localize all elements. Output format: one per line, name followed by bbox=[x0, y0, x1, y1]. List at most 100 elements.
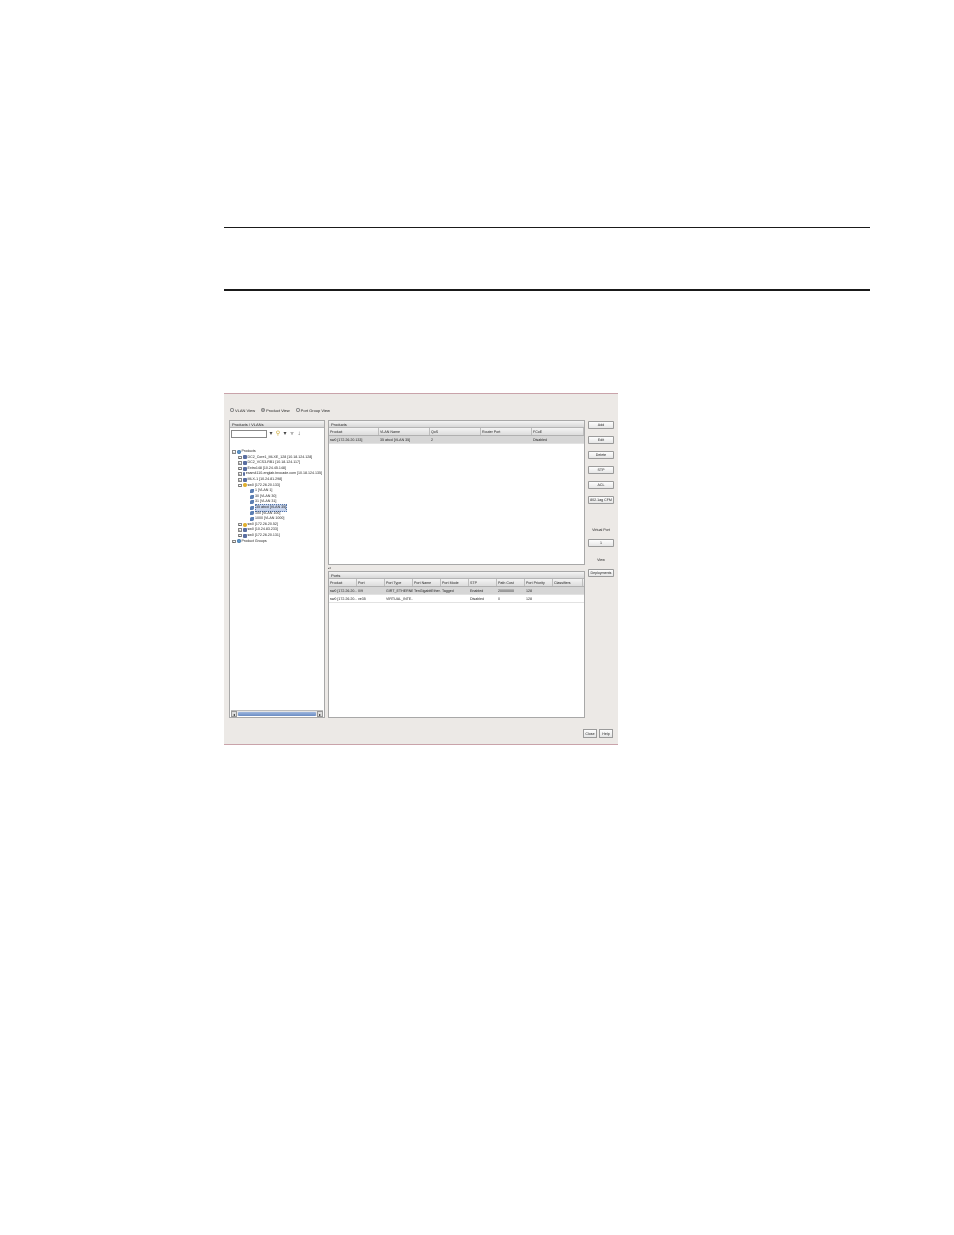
column-header[interactable]: Port Mode bbox=[441, 579, 469, 586]
stp-button[interactable]: STP bbox=[588, 466, 614, 474]
table-cell bbox=[481, 436, 532, 443]
expand-icon[interactable]: + bbox=[238, 461, 242, 465]
port-group-view-option[interactable]: Port Group View bbox=[295, 408, 330, 413]
column-header[interactable]: VLAN Name bbox=[379, 428, 430, 435]
table-cell: sw0 [172.26.20... bbox=[330, 589, 357, 593]
horizontal-scrollbar[interactable]: ◂ ▸ bbox=[231, 710, 323, 717]
switch-icon bbox=[242, 528, 247, 533]
switch-icon bbox=[242, 483, 247, 488]
table-cell bbox=[553, 595, 583, 602]
switch-icon bbox=[242, 477, 247, 482]
table-cell: 128 bbox=[526, 589, 532, 593]
product-view-option[interactable]: Product View bbox=[261, 408, 290, 413]
expand-icon[interactable]: + bbox=[232, 539, 236, 544]
view-label: View bbox=[597, 558, 605, 562]
vlan-view-option[interactable]: VLAN View bbox=[230, 408, 255, 413]
edit-button[interactable]: Edit bbox=[588, 436, 614, 444]
table-cell bbox=[441, 595, 469, 602]
switch-icon bbox=[242, 472, 245, 477]
radio-selected-icon bbox=[261, 408, 266, 413]
table-cell bbox=[413, 595, 441, 602]
table-cell: sw0 [172.26.20... bbox=[330, 597, 357, 601]
column-header[interactable]: STP bbox=[469, 579, 497, 586]
column-header[interactable]: Product bbox=[329, 579, 357, 586]
table-cell: sw0 [172.26.20.133] bbox=[330, 438, 363, 442]
vlan-icon bbox=[250, 505, 254, 510]
table-cell: Tagged bbox=[442, 589, 454, 593]
panel-title: Products bbox=[329, 421, 584, 428]
column-header[interactable]: Port Priority bbox=[525, 579, 553, 586]
scroll-right-icon[interactable]: ▸ bbox=[317, 710, 323, 717]
table-cell: Disabled bbox=[533, 438, 547, 442]
switch-icon bbox=[242, 455, 247, 460]
vlan-management-dialog: VLAN View Product View Port Group View P… bbox=[224, 393, 618, 745]
table-cell: 35 abcd [VLAN 35] bbox=[380, 438, 411, 442]
expand-icon[interactable]: + bbox=[238, 455, 242, 460]
bottom-rule bbox=[224, 289, 870, 291]
help-button[interactable]: Help bbox=[599, 729, 613, 738]
column-header[interactable]: Classifiers bbox=[553, 579, 583, 586]
tree-node-product-groups[interactable]: + Product Groups bbox=[232, 539, 322, 545]
switch-icon bbox=[242, 466, 247, 471]
column-header[interactable]: Router Port bbox=[481, 428, 532, 435]
table-header: Product VLAN Name QoS Router Port FCoE bbox=[329, 428, 584, 436]
expand-icon[interactable]: + bbox=[238, 522, 242, 527]
expand-icon[interactable]: + bbox=[238, 528, 242, 532]
column-header[interactable]: QoS bbox=[430, 428, 481, 435]
virtual-port-field[interactable]: 1 bbox=[588, 539, 614, 547]
dropdown-arrow-icon[interactable]: ▾ bbox=[268, 430, 274, 438]
expand-icon[interactable]: + bbox=[238, 466, 242, 471]
column-header[interactable]: Product bbox=[329, 428, 379, 435]
globe-icon bbox=[236, 539, 241, 544]
collapse-icon[interactable]: − bbox=[238, 483, 242, 488]
radio-icon bbox=[295, 408, 300, 413]
expand-icon[interactable]: + bbox=[238, 472, 242, 476]
vlan-icon bbox=[250, 500, 254, 505]
delete-button[interactable]: Delete bbox=[588, 451, 614, 459]
scroll-thumb[interactable] bbox=[238, 711, 316, 716]
table-cell: VIRTUAL_INTE... bbox=[386, 597, 413, 601]
table-row[interactable]: sw0 [172.26.20.133] 35 abcd [VLAN 35] 2 … bbox=[329, 436, 584, 444]
scroll-left-icon[interactable]: ◂ bbox=[231, 710, 237, 717]
table-cell: 20000000 bbox=[498, 589, 514, 593]
products-vlans-panel: Products / VLANs ▾ ⚲ ▾ ▿ ↓ − Products + DC… bbox=[229, 420, 325, 718]
table-cell bbox=[553, 587, 583, 594]
collapse-icon[interactable]: − bbox=[232, 450, 236, 454]
column-header[interactable]: FCoE bbox=[532, 428, 584, 435]
vlan-icon bbox=[250, 494, 254, 499]
column-header[interactable]: Port Name bbox=[413, 579, 441, 586]
table-cell: 0 bbox=[498, 597, 500, 601]
globe-icon bbox=[236, 449, 241, 454]
search-input[interactable] bbox=[231, 430, 267, 438]
panel-title: Products / VLANs bbox=[230, 421, 324, 428]
expand-icon[interactable]: + bbox=[238, 478, 242, 482]
cfm-button[interactable]: 802.1ag CFM bbox=[588, 496, 614, 504]
splitter-handle[interactable]: ▴▾ bbox=[328, 566, 585, 570]
view-selector: VLAN View Product View Port Group View bbox=[230, 407, 330, 413]
acl-button[interactable]: ACL bbox=[588, 481, 614, 489]
column-header[interactable]: Path Cost bbox=[497, 579, 525, 586]
table-row[interactable]: sw0 [172.26.20... 0/9 GIRT_ETHERNE... Te… bbox=[329, 587, 584, 595]
virtual-port-label: Virtual Port bbox=[592, 528, 610, 532]
search-icon[interactable]: ⚲ bbox=[275, 430, 281, 438]
ports-table-panel: Ports Product Port Port Type Port Name P… bbox=[328, 571, 585, 718]
table-cell: GIRT_ETHERNE... bbox=[386, 589, 413, 593]
switch-icon bbox=[242, 533, 247, 538]
products-table-panel: Products Product VLAN Name QoS Router Po… bbox=[328, 420, 585, 565]
vlan-icon bbox=[250, 511, 254, 516]
table-header: Product Port Port Type Port Name Port Mo… bbox=[329, 579, 584, 587]
deployments-button[interactable]: Deployments bbox=[588, 569, 614, 577]
column-header[interactable]: Port Type bbox=[385, 579, 413, 586]
column-header[interactable]: Port bbox=[357, 579, 385, 586]
table-cell: Disabled bbox=[470, 597, 484, 601]
close-button[interactable]: Close bbox=[583, 729, 597, 738]
table-cell: ve35 bbox=[358, 597, 366, 601]
sort-icon[interactable]: ↓ bbox=[296, 430, 302, 438]
filter-icon[interactable]: ▿ bbox=[289, 430, 295, 438]
table-cell: 2 bbox=[431, 438, 433, 442]
vlan-icon bbox=[250, 516, 254, 521]
table-row[interactable]: sw0 [172.26.20... ve35 VIRTUAL_INTE... D… bbox=[329, 595, 584, 603]
expand-icon[interactable]: + bbox=[238, 533, 242, 538]
dropdown-arrow-icon[interactable]: ▾ bbox=[282, 430, 288, 438]
add-button[interactable]: Add bbox=[588, 421, 614, 429]
